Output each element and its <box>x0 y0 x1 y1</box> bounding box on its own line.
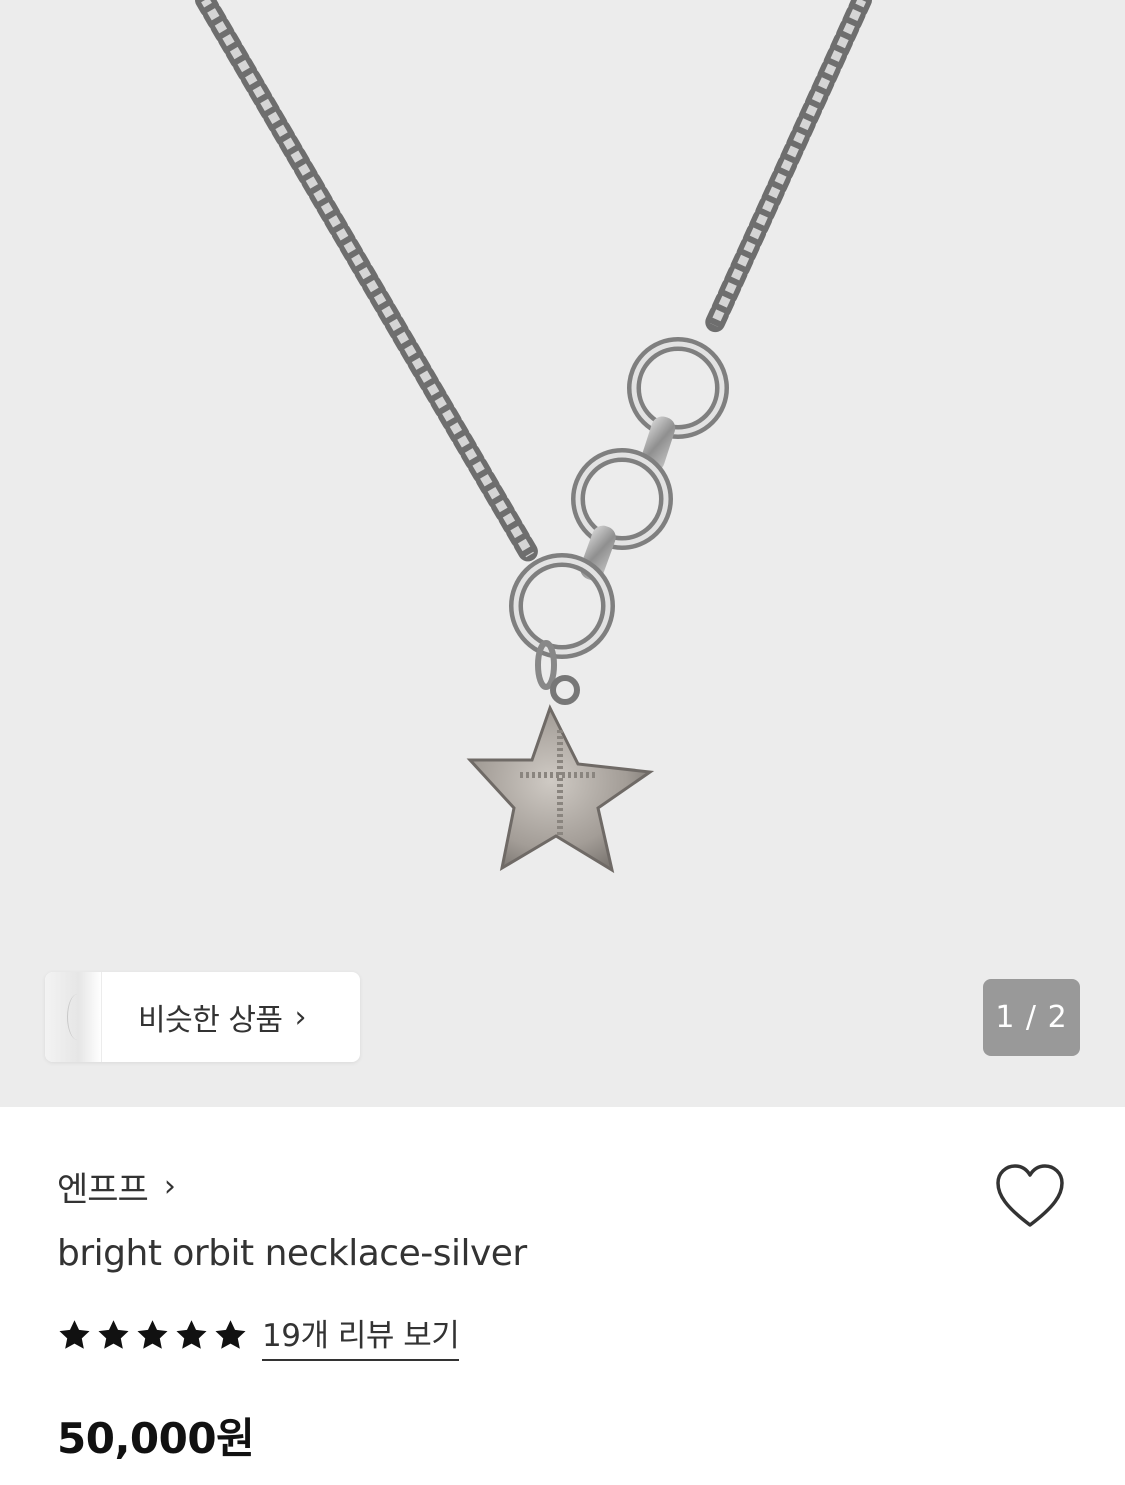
chevron-right-icon: › <box>163 1169 176 1204</box>
product-image-carousel[interactable]: 비슷한 상품 › 1 / 2 <box>0 0 1125 1107</box>
brand-link[interactable]: 엔프프 › <box>57 1162 176 1211</box>
product-price: 50,000원 <box>57 1414 255 1463</box>
product-title: bright orbit necklace-silver <box>57 1233 527 1274</box>
review-link[interactable]: 19개 리뷰 보기 <box>262 1310 460 1361</box>
heart-outline-icon[interactable] <box>994 1163 1066 1229</box>
star-rating <box>57 1318 248 1353</box>
rating-row: 19개 리뷰 보기 <box>57 1310 460 1361</box>
chevron-right-icon: › <box>294 999 307 1035</box>
similar-products-label: 비슷한 상품 <box>138 1003 283 1038</box>
product-photo <box>195 0 872 874</box>
star-icon <box>98 1320 129 1349</box>
star-icon <box>215 1320 246 1349</box>
star-icon <box>176 1320 207 1349</box>
brand-name: 엔프프 <box>57 1170 149 1210</box>
image-page-indicator: 1 / 2 <box>983 979 1080 1056</box>
similar-product-thumbnail <box>45 972 102 1062</box>
star-icon <box>137 1320 168 1349</box>
similar-products-button[interactable]: 비슷한 상품 › <box>45 972 360 1062</box>
star-icon <box>59 1320 90 1349</box>
